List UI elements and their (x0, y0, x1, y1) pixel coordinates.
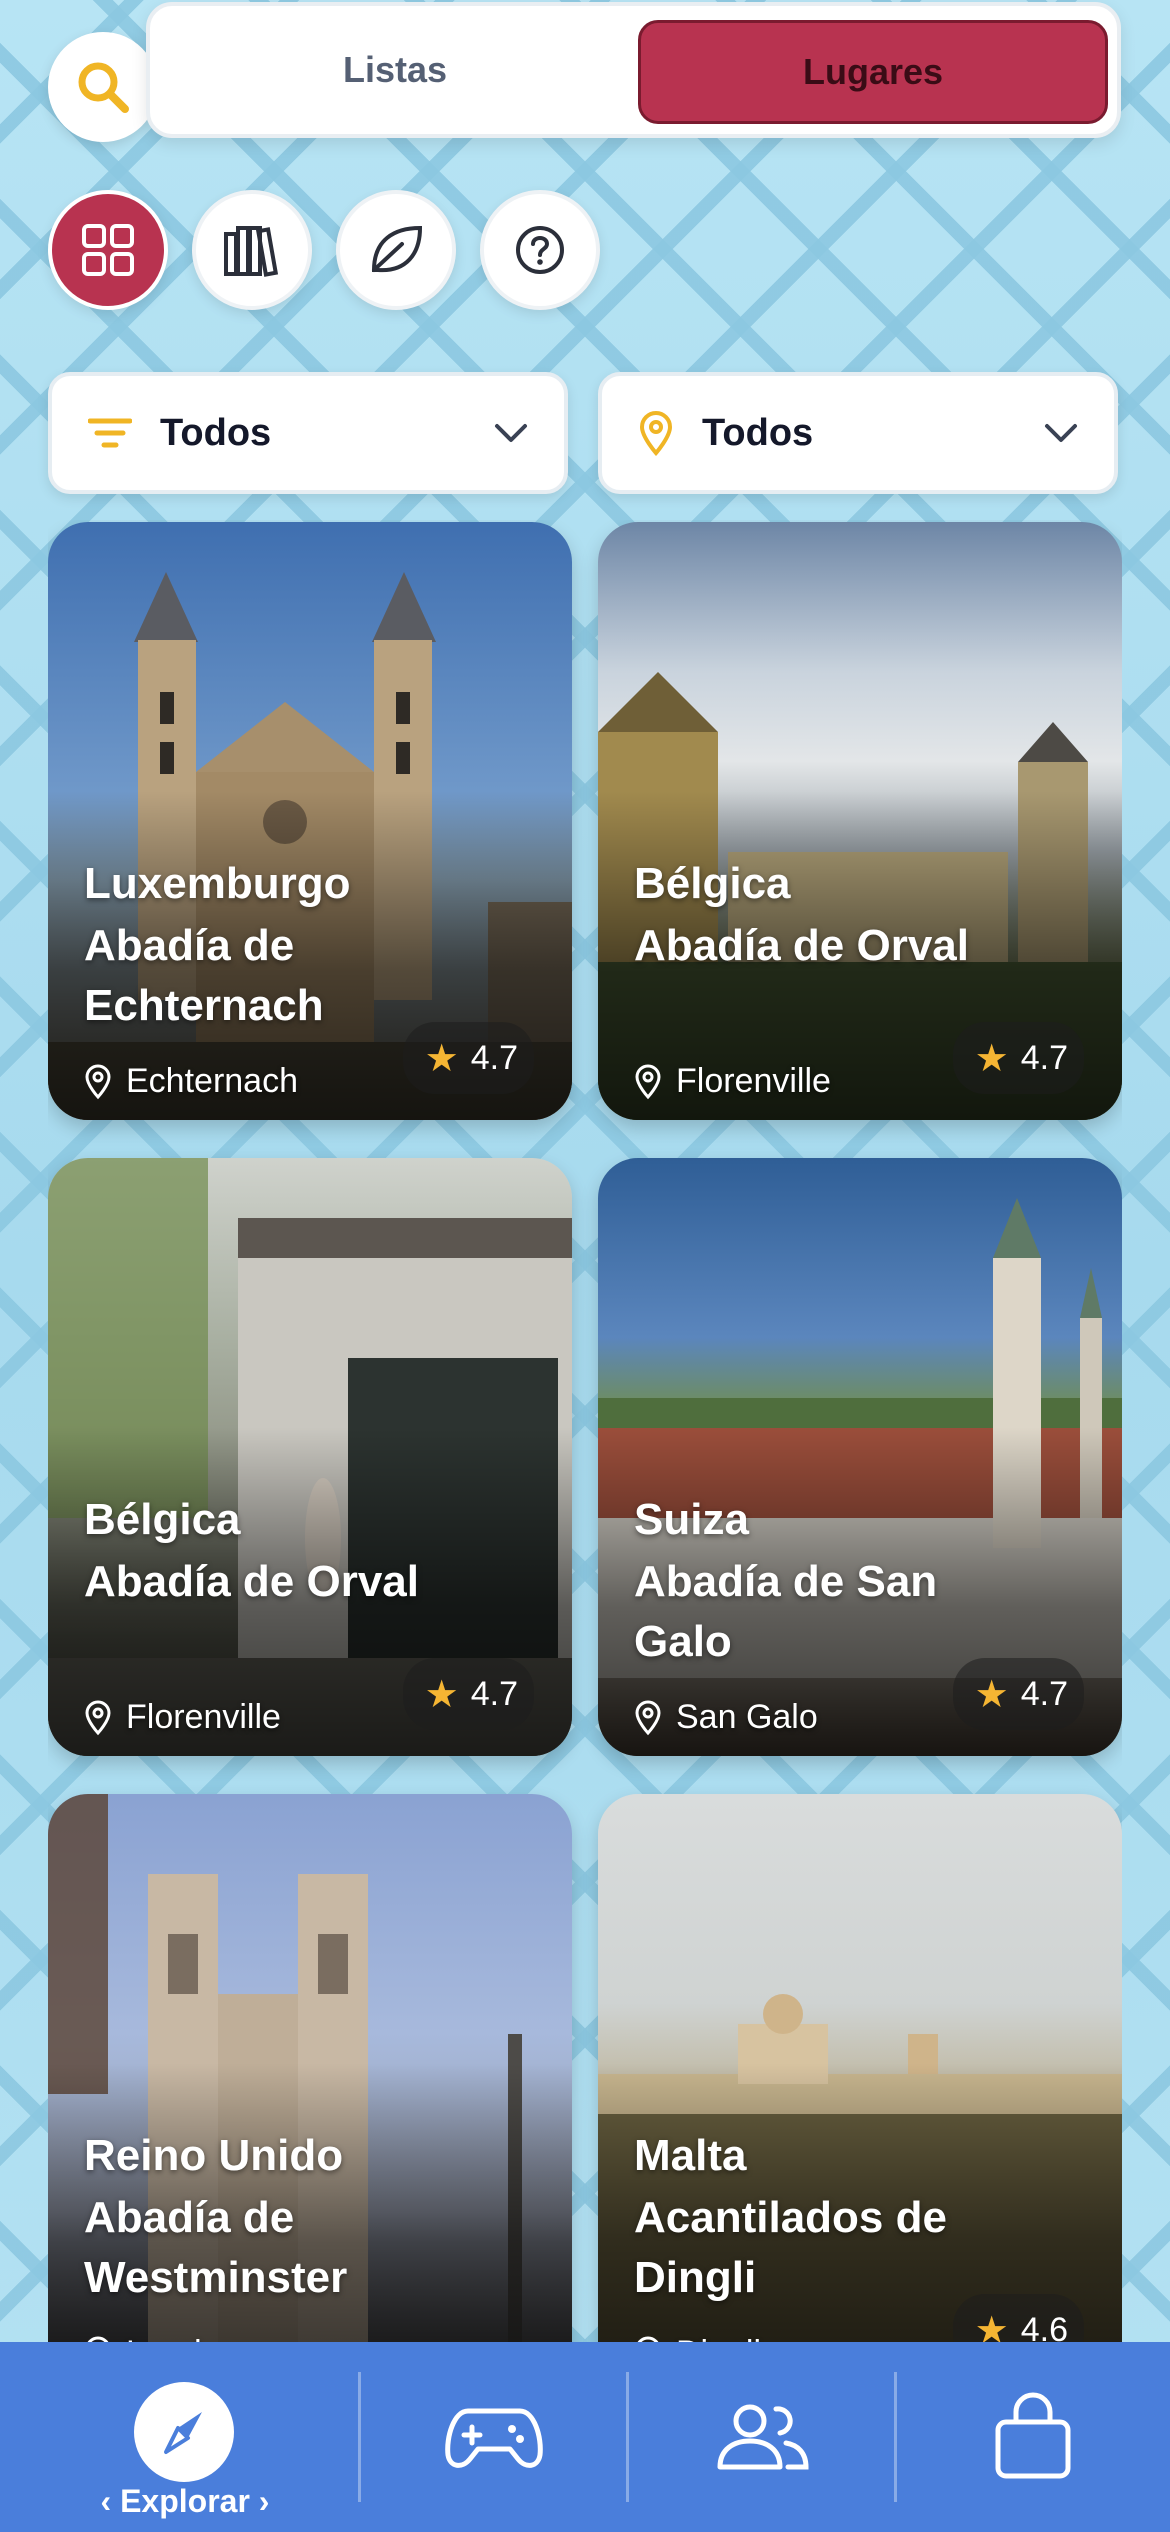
place-country: Bélgica (84, 1495, 241, 1544)
type-filter-dropdown[interactable]: Todos (48, 372, 568, 494)
category-all-button[interactable] (48, 190, 168, 310)
chevron-down-icon (495, 424, 527, 442)
category-nature-button[interactable] (336, 190, 456, 310)
place-location: Florenville (634, 1062, 831, 1101)
rating-value: 4.6 (1020, 2310, 1068, 2343)
nav-games-button[interactable] (360, 2342, 628, 2532)
rating-badge: ★ 4.7 (952, 1658, 1084, 1730)
tab-lugares-label: Lugares (802, 51, 944, 92)
place-country: Reino Unido (84, 2131, 344, 2180)
category-culture-button[interactable] (192, 190, 312, 310)
place-name: Abadía de San Galo (634, 1557, 938, 1666)
nav-shop-button[interactable] (896, 2342, 1170, 2532)
place-location-text: Florenville (676, 1062, 831, 1100)
star-icon: ★ (974, 1673, 1009, 1716)
rating-value: 4.7 (1020, 1038, 1068, 1077)
rating-value: 4.7 (470, 1038, 518, 1077)
places-grid: Luxemburgo Abadía de Echternach Echterna… (48, 520, 1122, 2342)
place-country: Bélgica (634, 859, 791, 908)
nav-community-button[interactable] (628, 2342, 896, 2532)
rating-value: 4.7 (1020, 1674, 1068, 1713)
place-location-text: Dingli (676, 2334, 761, 2342)
tab-listas-label: Listas (342, 49, 448, 90)
rating-badge: ★ 4.7 (402, 1658, 534, 1730)
place-location: San Galo (634, 1698, 818, 1737)
tab-lugares[interactable]: Lugares (638, 20, 1108, 124)
search-icon (78, 62, 129, 113)
rating-badge: ★ 4.6 (952, 2294, 1084, 2343)
chevron-down-icon (1045, 424, 1077, 442)
bag-icon (995, 2392, 1071, 2479)
users-icon (717, 2404, 809, 2470)
location-filter-value: Todos (702, 411, 814, 454)
rating-badge: ★ 4.7 (402, 1022, 534, 1094)
compass-icon (164, 2412, 202, 2454)
nav-explore-label: ‹ Explorar › (100, 2483, 270, 2519)
map-pin-icon (639, 411, 673, 456)
place-name: Acantilados de Dingli (634, 2193, 947, 2302)
place-country: Luxemburgo (84, 859, 351, 908)
place-name: Abadía de Echternach (84, 921, 324, 1030)
place-country: Suiza (634, 1495, 749, 1544)
segmented-control: Listas Lugares (146, 2, 1121, 138)
gamepad-icon (445, 2408, 543, 2468)
place-card[interactable]: Malta Acantilados de Dingli Dingli ★ 4.6 (598, 1794, 1122, 2342)
map-pin-icon (635, 1700, 661, 1735)
place-name: Abadía de Orval (634, 921, 970, 970)
grid-icon (82, 224, 134, 276)
place-name: Abadía de Westminster (84, 2193, 348, 2302)
rating-value: 4.7 (470, 1674, 518, 1713)
place-name: Abadía de Orval (84, 1557, 420, 1606)
place-location: Londres (84, 2334, 249, 2342)
star-icon: ★ (424, 1037, 459, 1080)
books-icon (224, 226, 279, 277)
chevron-right-icon: › (249, 2483, 270, 2519)
map-pin-icon (85, 1700, 111, 1735)
map-pin-icon (85, 1064, 111, 1099)
search-button[interactable] (48, 32, 158, 142)
star-icon: ★ (974, 1037, 1009, 1080)
place-location-text: Florenville (126, 1698, 281, 1736)
place-location-text: Echternach (126, 1062, 298, 1100)
type-filter-value: Todos (160, 411, 272, 454)
map-pin-icon (635, 1064, 661, 1099)
place-location-text: Londres (126, 2334, 249, 2342)
place-location: Florenville (84, 1698, 281, 1737)
location-filter-dropdown[interactable]: Todos (598, 372, 1118, 494)
tab-listas[interactable]: Listas (150, 6, 640, 134)
place-card[interactable]: Bélgica Abadía de Orval Florenville ★ 4.… (598, 522, 1122, 1120)
leaf-icon (371, 225, 423, 273)
rating-badge: ★ 4.7 (952, 1022, 1084, 1094)
place-location: Echternach (84, 1062, 298, 1101)
place-location-text: San Galo (676, 1698, 818, 1736)
star-icon: ★ (974, 2309, 1009, 2343)
category-help-button[interactable] (480, 190, 600, 310)
place-country: Malta (634, 2131, 747, 2180)
place-card[interactable]: Bélgica Abadía de Orval Florenville ★ 4.… (48, 1158, 572, 1756)
chevron-left-icon: ‹ (100, 2483, 121, 2519)
place-card[interactable]: Suiza Abadía de San Galo San Galo ★ 4.7 (598, 1158, 1122, 1756)
place-location: Dingli (634, 2334, 761, 2342)
place-card[interactable]: Luxemburgo Abadía de Echternach Echterna… (48, 522, 572, 1120)
nav-explore-button[interactable] (134, 2382, 234, 2482)
star-icon: ★ (424, 1673, 459, 1716)
place-card[interactable]: Reino Unido Abadía de Westminster Londre… (48, 1794, 572, 2342)
filter-icon (88, 418, 132, 448)
help-icon (516, 226, 564, 274)
